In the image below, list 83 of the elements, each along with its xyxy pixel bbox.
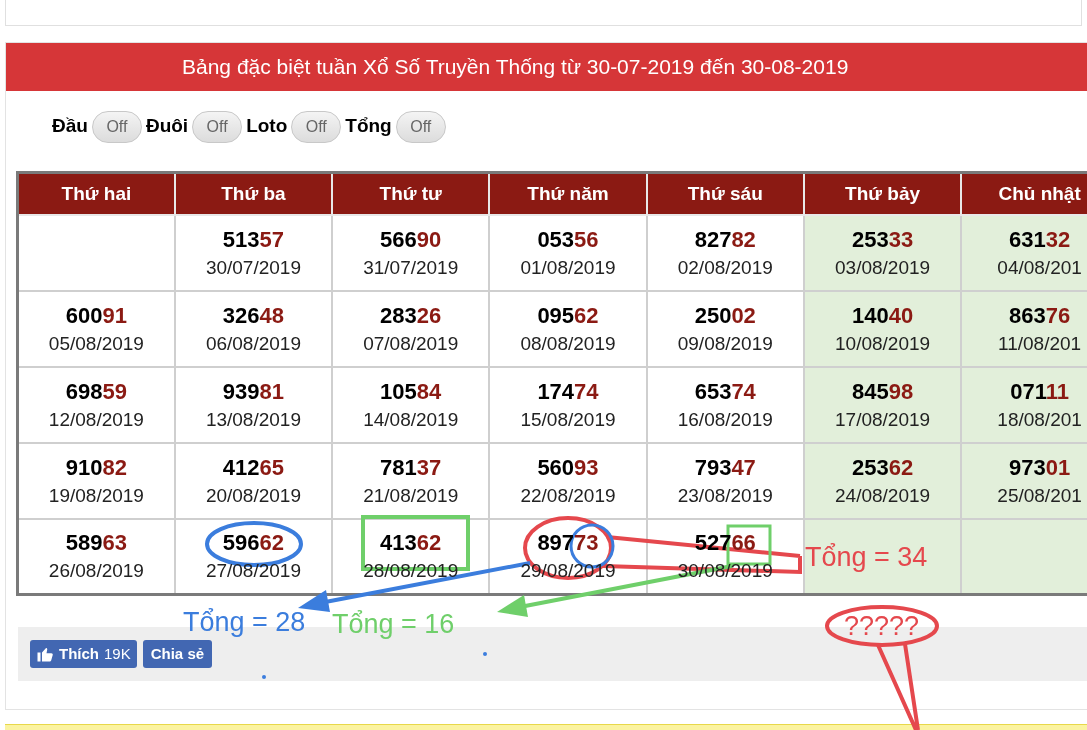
column-header: Chủ nhật [961,172,1087,215]
toggle-label: Loto [246,114,288,139]
result-number: 56093 [537,453,599,482]
draw-date: 03/08/2019 [835,255,931,280]
draw-date: 20/08/2019 [205,483,301,508]
result-number: 14040 [851,301,914,330]
draw-date: 02/08/2019 [677,255,773,280]
result-number: 91082 [65,453,127,482]
annotation-text: Tổng = 28 [183,606,306,638]
result-number: 51357 [222,225,284,254]
result-number: 58963 [65,529,127,558]
result-number: 69859 [65,377,127,406]
result-number: 25362 [851,453,914,482]
draw-date: 13/08/2019 [205,407,301,432]
draw-date: 26/08/2019 [48,559,144,584]
toggle-switch[interactable]: Off [291,110,342,143]
result-number: 79347 [694,453,756,482]
result-number: 07111 [1010,377,1069,406]
share-button[interactable]: Chia sẻ [142,640,213,668]
draw-date: 27/08/2019 [205,559,301,584]
title-bar: Bảng đặc biệt tuần Xổ Số Truyền Thống từ 30-07-2019 đến 30-08-2019 [6,43,1087,91]
draw-date: 30/08/2019 [677,559,773,584]
draw-date: 16/08/2019 [677,407,773,432]
result-number: 32648 [222,301,284,330]
draw-date: 23/08/2019 [677,483,773,508]
result-number: 59662 [222,529,284,558]
column-header: Thứ năm [489,172,647,215]
draw-date: 22/08/2019 [520,483,616,508]
annotation-text: ????? [844,610,920,642]
result-number: 93981 [222,377,284,406]
draw-date: 25/08/201 [997,483,1082,508]
result-number: 05356 [537,225,599,254]
draw-date: 01/08/2019 [520,255,616,280]
toggle-switch[interactable]: Off [91,110,142,143]
draw-date: 05/08/2019 [48,331,144,356]
draw-date: 04/08/201 [997,255,1082,280]
draw-date: 17/08/2019 [835,407,931,432]
result-number: 56690 [380,225,442,254]
result-number: 25333 [851,225,914,254]
draw-date: 30/07/2019 [205,255,301,280]
draw-date: 09/08/2019 [677,331,773,356]
result-number: 41265 [222,453,284,482]
column-header: Thứ sáu [646,172,804,215]
column-header: Thứ ba [174,172,333,215]
result-number: 17474 [537,377,599,406]
draw-date: 07/08/2019 [363,331,459,356]
toggle-label: Đuôi [145,114,189,139]
draw-date: 18/08/201 [997,407,1082,432]
result-number: 86376 [1009,301,1071,330]
result-number: 84598 [851,377,914,406]
result-number: 63132 [1009,225,1071,254]
result-number: 10584 [380,377,442,406]
draw-date: 10/08/2019 [835,331,931,356]
draw-date: 11/08/201 [998,331,1082,356]
thumbs-up-icon [36,645,54,663]
annotation-text: Tổng = 16 [332,608,455,640]
toggle-switch[interactable]: Off [395,110,446,143]
result-number: 09562 [537,301,599,330]
draw-date: 21/08/2019 [363,483,459,508]
toggle-label: Đầu [52,114,88,139]
result-number: 65374 [694,377,756,406]
column-header: Thứ bảy [803,172,962,215]
result-number: 82782 [694,225,756,254]
draw-date: 24/08/2019 [835,483,931,508]
column-header: Thứ hai [17,172,175,215]
draw-date: 06/08/2019 [205,331,301,356]
column-header: Thứ tư [332,172,490,215]
draw-date: 12/08/2019 [48,407,144,432]
result-number: 97301 [1009,453,1071,482]
draw-date: 31/07/2019 [363,255,459,280]
toggle-label: Tổng [345,114,392,139]
result-number: 78137 [380,453,442,482]
annotation-text: Tổng = 34 [805,541,928,573]
draw-date: 14/08/2019 [363,407,459,432]
result-number: 60091 [65,301,127,330]
result-number: 28326 [380,301,442,330]
draw-date: 08/08/2019 [520,331,616,356]
like-button[interactable]: Thích 19K [30,640,137,668]
draw-date: 19/08/2019 [48,483,144,508]
result-number: 25002 [694,301,756,330]
draw-date: 15/08/2019 [520,407,616,432]
toggle-switch[interactable]: Off [192,110,243,143]
result-number: 41362 [380,529,442,558]
